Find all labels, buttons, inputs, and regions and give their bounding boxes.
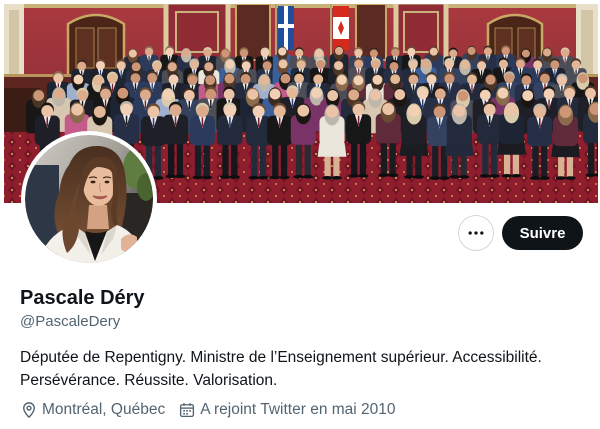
calendar-icon bbox=[178, 401, 196, 419]
avatar-photo bbox=[25, 135, 153, 263]
profile-name: Pascale Déry bbox=[20, 287, 145, 309]
profile-location: Montréal, Québec bbox=[20, 400, 165, 420]
follow-button[interactable]: Suivre bbox=[502, 216, 583, 250]
profile-handle: @PascaleDery bbox=[20, 313, 121, 330]
follow-button-label: Suivre bbox=[519, 224, 566, 242]
location-text: Montréal, Québec bbox=[42, 401, 166, 418]
profile-meta-row: Montréal, Québec A rejoint Twitter en ma… bbox=[20, 400, 409, 420]
location-pin-icon bbox=[20, 401, 38, 419]
profile-bio: Députée de Repentigny. Ministre de l’Ens… bbox=[20, 349, 542, 389]
more-horizontal-icon bbox=[468, 231, 484, 235]
profile-avatar[interactable] bbox=[21, 131, 157, 267]
joined-text: A rejoint Twitter en mai 2010 bbox=[200, 401, 396, 418]
more-options-button[interactable] bbox=[458, 215, 494, 251]
profile-joined: A rejoint Twitter en mai 2010 bbox=[178, 400, 396, 420]
